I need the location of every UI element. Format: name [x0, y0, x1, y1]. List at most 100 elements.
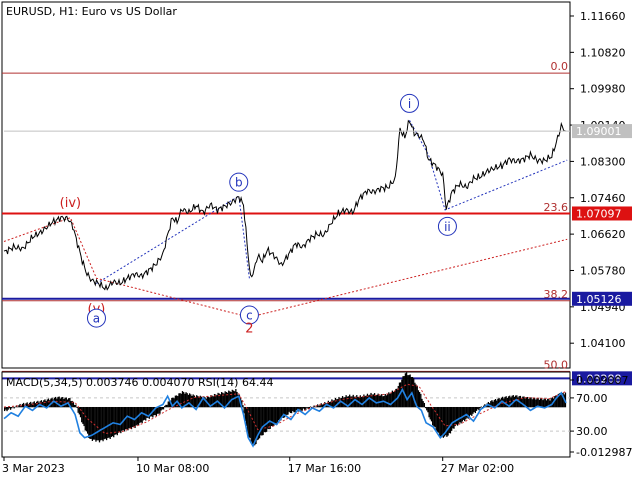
macd-bar	[432, 407, 433, 425]
macd-bar	[361, 397, 362, 407]
macd-bar	[423, 401, 424, 407]
macd-bar	[188, 395, 189, 407]
macd-bar	[447, 407, 448, 436]
macd-bar	[215, 394, 216, 407]
macd-bar	[450, 407, 451, 433]
macd-bar	[543, 399, 544, 408]
indicator-tick-label: 0.009007	[576, 374, 629, 387]
time-tick-label: 27 Mar 02:00	[441, 462, 514, 475]
macd-bar	[127, 407, 128, 430]
macd-bar	[291, 407, 292, 413]
macd-bar	[162, 407, 163, 409]
macd-bar	[213, 396, 214, 407]
macd-bar	[89, 407, 90, 439]
price-tick-label: 1.06620	[580, 228, 626, 241]
macd-bar	[474, 407, 475, 412]
macd-bar	[278, 407, 279, 420]
level-tag: 1.05126	[576, 293, 622, 306]
macd-bar	[165, 405, 166, 407]
macd-bar	[86, 407, 87, 431]
macd-bar	[530, 397, 531, 407]
macd-bar	[322, 404, 323, 407]
macd-bar	[452, 407, 453, 428]
macd-bar	[119, 407, 120, 432]
macd-bar	[189, 393, 190, 407]
macd-bar	[83, 407, 84, 426]
macd-bar	[540, 398, 541, 407]
wave-label: i	[408, 97, 411, 111]
macd-bar	[81, 407, 82, 422]
macd-bar	[464, 407, 465, 421]
macd-bar	[80, 407, 81, 417]
macd-bar	[164, 406, 165, 407]
macd-bar	[228, 391, 229, 408]
macd-bar	[114, 407, 115, 435]
level-tag: 1.07097	[576, 207, 622, 220]
macd-bar	[289, 407, 290, 412]
macd-bar	[95, 407, 96, 442]
macd-bar	[242, 405, 243, 407]
macd-bar	[217, 393, 218, 407]
macd-bar	[529, 397, 530, 407]
macd-bar	[11, 407, 12, 408]
price-tick-label: 1.07460	[580, 192, 626, 205]
macd-bar	[428, 407, 429, 417]
macd-bar	[265, 407, 266, 432]
macd-bar	[285, 407, 286, 415]
macd-bar	[392, 391, 393, 408]
macd-bar	[303, 407, 304, 409]
macd-bar	[469, 407, 470, 417]
macd-bar	[458, 407, 459, 424]
macd-bar	[424, 403, 425, 407]
macd-bar	[85, 407, 86, 430]
macd-bar	[75, 405, 76, 408]
wave-label: b	[235, 176, 243, 190]
macd-bar	[462, 407, 463, 422]
macd-bar	[30, 402, 31, 407]
macd-bar	[405, 373, 406, 407]
macd-bar	[407, 375, 408, 407]
macd-bar	[104, 407, 105, 439]
macd-bar	[472, 407, 473, 414]
macd-bar	[99, 407, 100, 442]
macd-bar	[305, 407, 306, 410]
macd-bar	[471, 407, 472, 416]
macd-bar	[465, 407, 466, 419]
macd-bar	[362, 396, 363, 407]
macd-bar	[354, 397, 355, 408]
macd-bar	[299, 407, 300, 409]
macd-bar	[551, 398, 552, 407]
wave-label: c	[246, 309, 253, 323]
macd-bar	[438, 407, 439, 433]
macd-bar	[369, 395, 370, 408]
macd-bar	[418, 390, 419, 407]
price-tick-label: 1.10820	[580, 46, 626, 59]
macd-bar	[267, 407, 268, 429]
macd-bar	[102, 407, 103, 441]
macd-bar	[419, 392, 420, 407]
macd-bar	[481, 406, 482, 407]
macd-bar	[252, 407, 253, 445]
indicator-tick-label: 30.00	[576, 425, 608, 438]
macd-bar	[421, 399, 422, 407]
macd-bar	[426, 407, 427, 410]
macd-bar	[63, 399, 64, 407]
macd-bar	[532, 399, 533, 407]
macd-bar	[545, 399, 546, 408]
macd-bar	[108, 407, 109, 438]
macd-bar	[123, 407, 124, 430]
macd-bar	[118, 407, 119, 433]
indicator-tick-label: -0.012987	[576, 446, 632, 459]
macd-bar	[511, 396, 512, 408]
macd-bar	[120, 407, 121, 433]
macd-bar	[262, 407, 263, 435]
macd-bar	[430, 407, 431, 419]
macd-bar	[478, 407, 479, 410]
macd-bar	[316, 407, 317, 408]
chart-window: 0.023.638.250.0 (iv)(v)abc2iii EURUSD, H…	[0, 0, 640, 480]
macd-bar	[287, 407, 288, 415]
macd-bar	[302, 407, 303, 411]
macd-bar	[163, 407, 164, 409]
current-price-tag: 1.09001	[576, 125, 622, 138]
macd-bar	[9, 407, 10, 408]
